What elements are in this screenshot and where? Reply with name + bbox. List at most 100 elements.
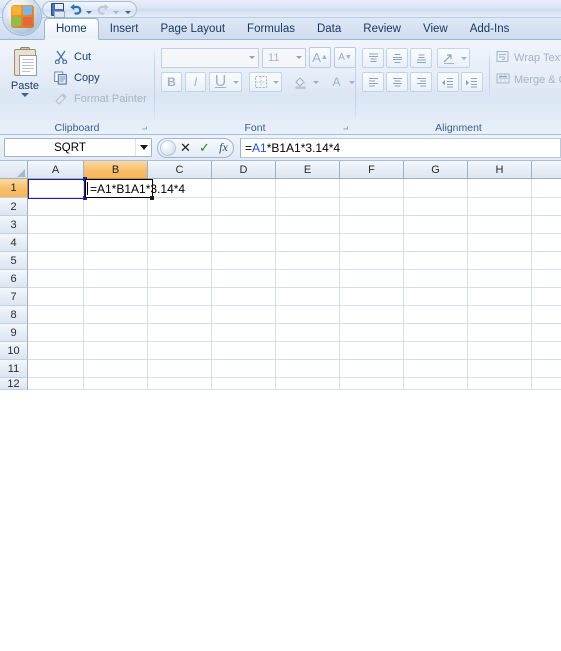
cell-f5[interactable]: [340, 252, 404, 270]
cell-e6[interactable]: [276, 270, 340, 288]
column-header-a[interactable]: A: [28, 161, 84, 179]
cell-g3[interactable]: [404, 216, 468, 234]
column-header-g[interactable]: G: [404, 161, 468, 179]
decrease-indent-button[interactable]: [437, 72, 460, 92]
align-bottom-button[interactable]: [410, 48, 433, 68]
row-header-8[interactable]: 8: [0, 306, 28, 324]
cell-h9[interactable]: [468, 324, 532, 342]
font-name-dropdown-icon[interactable]: [249, 56, 256, 59]
cell-d10[interactable]: [212, 342, 276, 360]
cell-e3[interactable]: [276, 216, 340, 234]
font-name-input[interactable]: [161, 47, 260, 68]
column-header-d[interactable]: D: [212, 161, 276, 179]
cell-h8[interactable]: [468, 306, 532, 324]
cell-f2[interactable]: [340, 198, 404, 216]
cell-i2[interactable]: [532, 198, 561, 216]
fill-color-button[interactable]: [289, 72, 322, 92]
cell-a12[interactable]: [28, 378, 84, 390]
font-size-dropdown-icon[interactable]: [296, 56, 303, 59]
cell-f4[interactable]: [340, 234, 404, 252]
cell-c10[interactable]: [148, 342, 212, 360]
name-box[interactable]: SQRT: [4, 138, 152, 157]
cell-f10[interactable]: [340, 342, 404, 360]
row-header-10[interactable]: 10: [0, 342, 28, 360]
row-header-5[interactable]: 5: [0, 252, 28, 270]
cell-h3[interactable]: [468, 216, 532, 234]
cell-i5[interactable]: [532, 252, 561, 270]
orientation-dropdown-icon[interactable]: [459, 49, 469, 67]
column-header-f[interactable]: F: [340, 161, 404, 179]
cell-c2[interactable]: [148, 198, 212, 216]
cell-f11[interactable]: [340, 360, 404, 378]
formula-input[interactable]: = A1 *B1A1*3.14*4: [240, 137, 561, 158]
tab-review[interactable]: Review: [352, 18, 412, 39]
cell-g11[interactable]: [404, 360, 468, 378]
cell-i4[interactable]: [532, 234, 561, 252]
cell-b12[interactable]: [84, 378, 148, 390]
grow-font-button[interactable]: A ▲: [309, 47, 332, 68]
cell-a4[interactable]: [28, 234, 84, 252]
align-middle-button[interactable]: [386, 48, 409, 68]
cell-f9[interactable]: [340, 324, 404, 342]
row-header-2[interactable]: 2: [0, 198, 28, 216]
cell-a2[interactable]: [28, 198, 84, 216]
cell-i3[interactable]: [532, 216, 561, 234]
format-painter-button[interactable]: Format Painter: [50, 89, 152, 108]
cell-c8[interactable]: [148, 306, 212, 324]
paste-dropdown-icon[interactable]: [21, 93, 29, 97]
cell-f8[interactable]: [340, 306, 404, 324]
redo-dropdown[interactable]: [112, 2, 120, 17]
cell-f12[interactable]: [340, 378, 404, 390]
undo-button[interactable]: [67, 2, 84, 17]
clipboard-dialog-launcher[interactable]: [139, 123, 150, 134]
tab-insert[interactable]: Insert: [99, 18, 150, 39]
cell-g4[interactable]: [404, 234, 468, 252]
cell-g7[interactable]: [404, 288, 468, 306]
cancel-button[interactable]: ✕: [176, 139, 195, 157]
worksheet-grid[interactable]: A B C D E F G H 1 2 3 4 5 6 7 8 9 10 11 …: [0, 161, 561, 415]
cell-e2[interactable]: [276, 198, 340, 216]
borders-dropdown-icon[interactable]: [271, 73, 281, 91]
cell-c6[interactable]: [148, 270, 212, 288]
copy-button[interactable]: Copy: [50, 68, 152, 87]
cell-i10[interactable]: [532, 342, 561, 360]
cell-g10[interactable]: [404, 342, 468, 360]
row-header-9[interactable]: 9: [0, 324, 28, 342]
cell-c7[interactable]: [148, 288, 212, 306]
cell-i7[interactable]: [532, 288, 561, 306]
cell-d6[interactable]: [212, 270, 276, 288]
column-header-b[interactable]: B: [84, 161, 148, 179]
underline-dropdown-icon[interactable]: [231, 73, 241, 91]
cell-e10[interactable]: [276, 342, 340, 360]
cell-e11[interactable]: [276, 360, 340, 378]
row-header-1[interactable]: 1: [0, 179, 28, 198]
redo-button[interactable]: [94, 2, 111, 17]
font-size-input[interactable]: 11: [262, 47, 307, 68]
font-color-button[interactable]: A: [325, 72, 358, 92]
cell-h4[interactable]: [468, 234, 532, 252]
borders-button[interactable]: [249, 72, 283, 92]
cell-c9[interactable]: [148, 324, 212, 342]
cell-e9[interactable]: [276, 324, 340, 342]
align-left-button[interactable]: [362, 72, 385, 92]
cell-c5[interactable]: [148, 252, 212, 270]
cell-b5[interactable]: [84, 252, 148, 270]
tab-add-ins[interactable]: Add-Ins: [459, 18, 521, 39]
cell-h7[interactable]: [468, 288, 532, 306]
customize-qat-button[interactable]: [124, 2, 132, 17]
merge-center-button[interactable]: Merge & C: [496, 72, 561, 88]
cell-b7[interactable]: [84, 288, 148, 306]
cell-e1[interactable]: [276, 179, 340, 198]
cell-h5[interactable]: [468, 252, 532, 270]
cell-g8[interactable]: [404, 306, 468, 324]
cell-a9[interactable]: [28, 324, 84, 342]
cell-g9[interactable]: [404, 324, 468, 342]
cell-b11[interactable]: [84, 360, 148, 378]
cell-h12[interactable]: [468, 378, 532, 390]
cell-f1[interactable]: [340, 179, 404, 198]
cell-e4[interactable]: [276, 234, 340, 252]
cell-i11[interactable]: [532, 360, 561, 378]
active-cell-editor[interactable]: =A1*B1A1*3.14*4: [85, 179, 185, 200]
column-header-h[interactable]: H: [468, 161, 532, 179]
column-header-partial[interactable]: [532, 161, 561, 179]
